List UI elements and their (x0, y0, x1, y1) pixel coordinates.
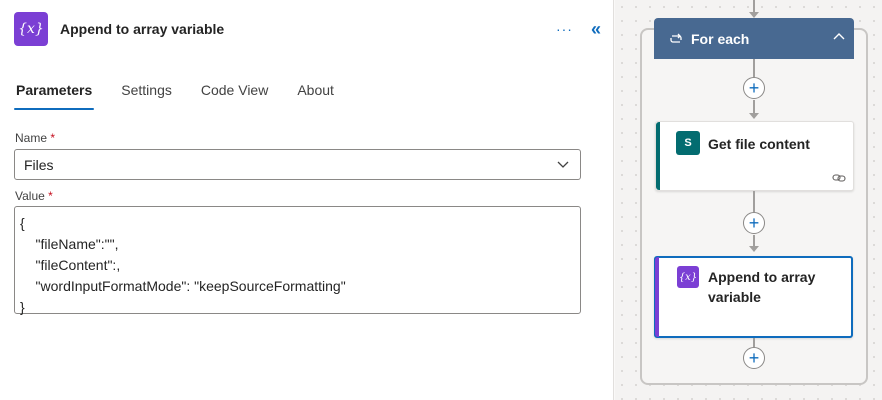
plus-icon: + (748, 78, 760, 98)
link-icon (832, 174, 846, 182)
collapse-panel-button[interactable]: « (591, 19, 601, 40)
card-accent-stripe (655, 257, 659, 337)
append-card-title: Append to array variable (708, 267, 815, 307)
panel-tabs: Parameters Settings Code View About (14, 72, 361, 110)
action-details-panel: {x} Append to array variable ··· « Param… (0, 0, 614, 400)
value-field-label: Value * (15, 189, 53, 203)
required-marker: * (50, 131, 56, 145)
chevron-up-icon[interactable] (832, 30, 846, 44)
sharepoint-icon: S (676, 131, 700, 155)
foreach-label: For each (691, 30, 750, 47)
add-action-button[interactable]: + (743, 77, 765, 99)
variable-icon-glyph: {x} (678, 271, 698, 283)
variable-icon: {x} (677, 266, 699, 288)
loop-icon (670, 33, 682, 43)
tab-about[interactable]: About (295, 72, 336, 110)
connector-arrow (749, 246, 759, 252)
plus-icon: + (748, 348, 760, 368)
tab-settings[interactable]: Settings (119, 72, 174, 110)
append-title-line1: Append to array (708, 269, 816, 285)
get-file-content-title: Get file content (708, 136, 810, 152)
panel-title: Append to array variable (60, 21, 225, 37)
value-editor[interactable]: { "fileName":"", "fileContent":, "wordIn… (14, 206, 581, 315)
tab-parameters[interactable]: Parameters (14, 72, 95, 110)
name-field-label: Name * (15, 131, 55, 145)
connector-line (753, 338, 755, 347)
panel-header: {x} Append to array variable ··· « (14, 12, 601, 46)
chevron-down-icon (557, 161, 569, 168)
get-file-content-card[interactable]: S Get file content (655, 121, 854, 191)
foreach-header[interactable]: For each (654, 18, 854, 59)
required-marker: * (48, 189, 53, 203)
tab-code-view[interactable]: Code View (199, 72, 270, 110)
name-label-text: Name (15, 131, 48, 145)
connector-line (753, 100, 755, 114)
add-action-button[interactable]: + (743, 212, 765, 234)
name-select[interactable]: Files (14, 149, 581, 180)
add-action-button[interactable]: + (743, 347, 765, 369)
variable-icon-glyph: {x} (18, 21, 44, 37)
sharepoint-icon-glyph: S (684, 137, 692, 149)
variable-icon: {x} (14, 12, 48, 46)
name-select-value: Files (24, 156, 54, 173)
value-label-text: Value (15, 189, 45, 203)
header-actions: ··· « (556, 12, 601, 46)
connector-line (753, 191, 755, 212)
connector-arrow (749, 113, 759, 119)
connector-line (753, 59, 755, 77)
plus-icon: + (748, 213, 760, 233)
card-accent-stripe (656, 122, 660, 190)
append-title-line2: variable (708, 289, 761, 305)
more-options-button[interactable]: ··· (556, 21, 573, 37)
append-to-array-variable-card[interactable]: {x} Append to array variable (654, 256, 853, 338)
